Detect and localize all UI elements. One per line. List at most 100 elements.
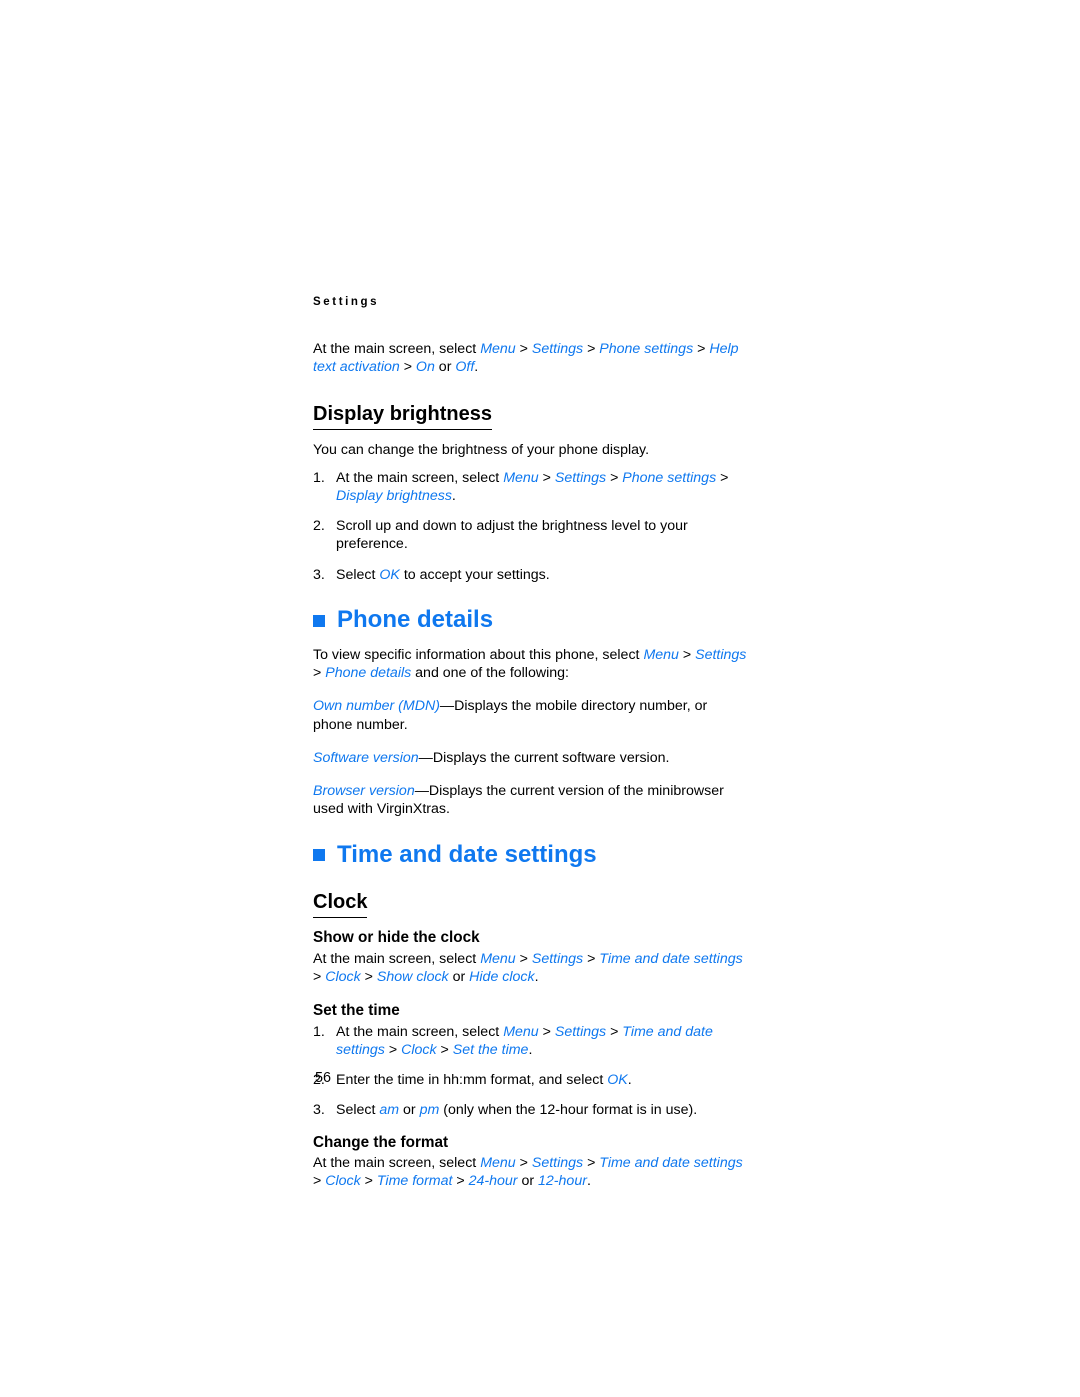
square-bullet-icon <box>313 614 325 627</box>
intro-paragraph: At the main screen, select Menu > Settin… <box>313 340 739 375</box>
running-header: Settings <box>313 296 380 308</box>
path-4: Time format <box>376 1173 453 1190</box>
time-and-date-settings-heading: Time and date settings <box>313 841 747 869</box>
page-number: 56 <box>315 1070 332 1086</box>
definition-term: Software version <box>313 749 419 766</box>
phone-details-heading: Phone details <box>313 606 747 634</box>
set-the-time-heading: Set the time <box>313 1002 400 1020</box>
phone-details-intro-tail: and one of the following: <box>411 664 569 681</box>
path-2: Time and date settings <box>599 950 743 967</box>
step-term-ok: OK <box>379 566 400 583</box>
step-lead: Select <box>336 1102 380 1119</box>
path-3: Clock <box>325 968 361 985</box>
path-4: Show clock <box>376 968 449 985</box>
step-end: . <box>528 1041 533 1058</box>
step-tail: . <box>627 1072 632 1089</box>
step-path-0: Menu <box>503 469 539 486</box>
step-end: . <box>451 487 456 504</box>
time-and-date-settings-heading-label: Time and date settings <box>337 840 597 868</box>
step-number: 3. <box>313 566 325 583</box>
path-1: Settings <box>531 950 584 967</box>
path-2: Time and date settings <box>599 1155 743 1172</box>
definition-description: Displays the current software version. <box>432 749 670 766</box>
step-tail: to accept your settings. <box>399 566 550 583</box>
path-0: Menu <box>480 950 516 967</box>
definition-browser-version: Browser version—Displays the current ver… <box>313 782 747 819</box>
step-term-ok: OK <box>607 1072 628 1089</box>
path-1: Settings <box>531 1155 584 1172</box>
instruction-or: or <box>448 968 470 985</box>
instruction-end: . <box>586 1173 591 1190</box>
path-5: 24-hour <box>468 1173 518 1190</box>
step-lead: Enter the time in hh:mm format, and sele… <box>336 1072 608 1089</box>
definition-software-version: Software version—Displays the current so… <box>313 749 747 767</box>
list-item: 1. At the main screen, select Menu > Set… <box>313 1023 713 1058</box>
step-path-3: Clock <box>401 1041 437 1058</box>
phone-details-heading-label: Phone details <box>337 606 494 634</box>
step-path-1: Settings <box>554 1023 607 1040</box>
intro-or: or <box>434 358 456 375</box>
definition-own-number: Own number (MDN)—Displays the mobile dir… <box>313 697 747 734</box>
phone-details-path-0: Menu <box>643 646 679 663</box>
list-item: 3. Select OK to accept your settings. <box>313 566 747 584</box>
step-path-1: Settings <box>554 469 607 486</box>
definition-term: Own number (MDN) <box>313 698 440 715</box>
step-path-0: Menu <box>503 1023 539 1040</box>
set-the-time-steps: 1. At the main screen, select Menu > Set… <box>313 1023 747 1120</box>
definition-term: Browser version <box>313 783 415 800</box>
definition-dash: — <box>439 698 455 715</box>
step-number: 3. <box>313 1102 325 1119</box>
option-hide-clock: Hide clock <box>469 968 535 985</box>
clock-heading: Clock <box>313 891 368 919</box>
step-term-am: am <box>379 1102 400 1119</box>
step-text: Scroll up and down to adjust the brightn… <box>336 518 688 553</box>
option-12-hour: 12-hour <box>538 1173 587 1190</box>
step-term-pm: pm <box>419 1102 440 1119</box>
definition-dash: — <box>414 783 429 800</box>
instruction-end: . <box>534 968 539 985</box>
display-brightness-steps: 1. At the main screen, select Menu > Set… <box>313 469 747 584</box>
list-item: 2. Scroll up and down to adjust the brig… <box>313 517 747 554</box>
phone-details-intro: To view specific information about this … <box>313 646 747 681</box>
display-brightness-heading: Display brightness <box>313 403 492 431</box>
change-the-format-heading: Change the format <box>313 1133 449 1151</box>
list-item: 2. Enter the time in hh:mm format, and s… <box>313 1071 747 1089</box>
display-brightness-description: You can change the brightness of your ph… <box>313 442 650 459</box>
step-number: 2. <box>313 518 325 535</box>
instruction-or: or <box>517 1173 539 1190</box>
instruction-lead: At the main screen, select <box>313 1155 481 1172</box>
step-lead: At the main screen, select <box>336 469 504 486</box>
instruction-lead: At the main screen, select <box>313 950 481 967</box>
show-hide-clock-heading: Show or hide the clock <box>313 929 480 947</box>
step-mid: or <box>399 1102 420 1119</box>
step-lead: At the main screen, select <box>336 1023 504 1040</box>
step-path-2: Phone settings <box>622 469 717 486</box>
step-number: 1. <box>313 469 325 486</box>
step-lead: Select <box>336 566 380 583</box>
path-3: Clock <box>325 1173 361 1190</box>
display-brightness-heading-wrap: Display brightness <box>313 403 747 441</box>
phone-details-path-1: Settings <box>695 646 747 663</box>
intro-end: . <box>474 358 479 375</box>
list-item: 3. Select am or pm (only when the 12-hou… <box>313 1101 747 1119</box>
intro-option-off: Off <box>455 358 475 375</box>
intro-path-1: Settings <box>531 340 584 357</box>
document-page: Settings At the main screen, select Menu… <box>313 296 747 1191</box>
list-item: 1. At the main screen, select Menu > Set… <box>313 469 729 504</box>
phone-details-path-2: Phone details <box>325 664 412 681</box>
intro-lead: At the main screen, select <box>313 340 481 357</box>
intro-path-0: Menu <box>480 340 516 357</box>
intro-path-2: Phone settings <box>599 340 694 357</box>
step-path-4: Set the time <box>452 1041 529 1058</box>
show-hide-clock-instruction: At the main screen, select Menu > Settin… <box>313 950 743 985</box>
step-number: 1. <box>313 1023 325 1040</box>
path-0: Menu <box>480 1155 516 1172</box>
step-path-3: Display brightness <box>336 487 452 504</box>
change-the-format-instruction: At the main screen, select Menu > Settin… <box>313 1155 743 1190</box>
intro-path-4: On <box>415 358 435 375</box>
step-tail: (only when the 12-hour format is in use)… <box>439 1102 698 1119</box>
clock-heading-wrap: Clock <box>313 891 747 929</box>
definition-dash: — <box>418 749 433 766</box>
phone-details-intro-lead: To view specific information about this … <box>313 646 644 663</box>
square-bullet-icon <box>313 849 325 862</box>
